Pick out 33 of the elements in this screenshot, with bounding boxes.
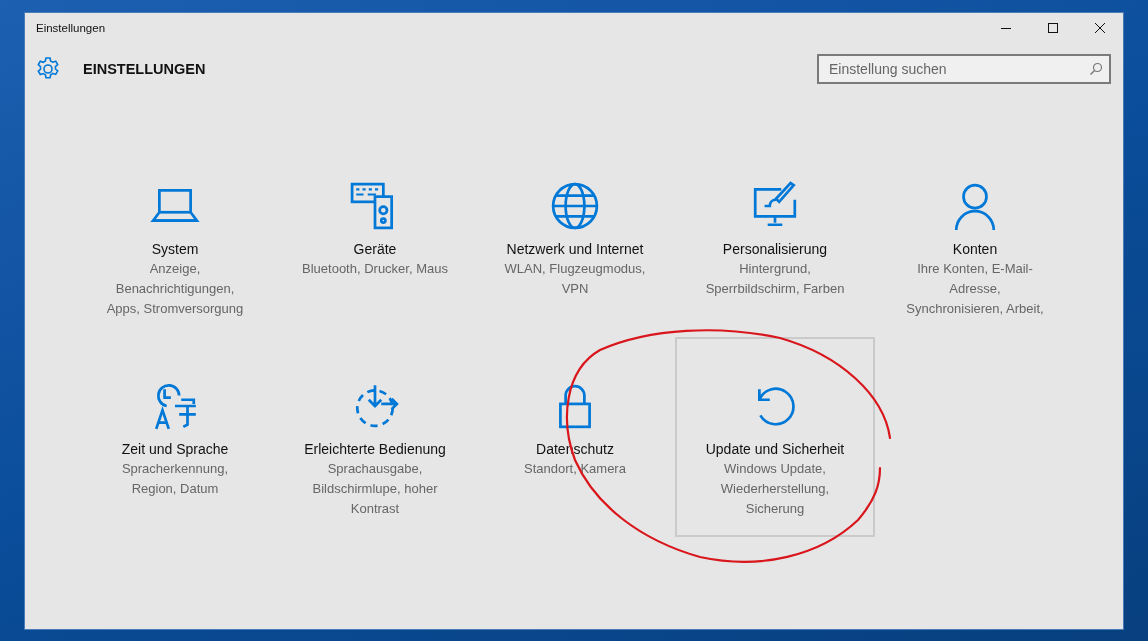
globe-icon — [550, 181, 600, 231]
category-description: Windows Update, Wiederherstellung, Sicherung — [719, 460, 831, 518]
category-tile[interactable]: Zeit und Sprache Spracherkennung, Region, Datum — [75, 337, 275, 537]
category-title: Zeit und Sprache — [121, 440, 229, 459]
maximize-icon — [1046, 22, 1059, 34]
category-title: Update und Sicherheit — [705, 440, 845, 459]
close-icon — [1093, 22, 1106, 34]
category-description: Bluetooth, Drucker, Maus — [301, 260, 449, 278]
settings-icon — [35, 56, 61, 82]
category-tile[interactable]: Personalisierung Hintergrund, Sperrbildschirm, Farben — [675, 137, 875, 337]
category-description: Spracherkennung, Region, Datum — [120, 460, 230, 498]
category-title: Konten — [952, 240, 998, 259]
category-title: Personalisierung — [722, 240, 828, 259]
category-description: Sprachausgabe, Bildschirmlupe, hoher Kontrast — [311, 460, 439, 518]
category-description: Hintergrund, Sperrbildschirm, Farben — [704, 260, 846, 298]
category-tile[interactable]: Konten Ihre Konten, E-Mail-Adresse, Synchronisieren, Arbeit, — [875, 137, 1075, 337]
category-description: WLAN, Flugzeugmodus, VPN — [503, 260, 647, 298]
category-tile[interactable]: System Anzeige, Benachrichtigungen, Apps, Stromversorgung — [75, 137, 275, 337]
search-icon — [1089, 62, 1103, 76]
search-field[interactable]: Einstellung suchen — [817, 54, 1111, 84]
window-title: Einstellungen — [36, 22, 106, 34]
category-tile[interactable]: Erleichterte Bedienung Sprachausgabe, Bildschirmlupe, hoher Kontrast — [275, 337, 475, 537]
category-title: Netzwerk und Internet — [506, 240, 644, 259]
category-title: Geräte — [353, 240, 397, 259]
category-description: Standort, Kamera — [523, 460, 627, 478]
category-tile[interactable]: Netzwerk und Internet WLAN, Flugzeugmodus, VPN — [475, 137, 675, 337]
category-title: System — [151, 240, 199, 259]
category-description: Ihre Konten, E-Mail-Adresse, Synchronisieren, Arbeit, — [905, 260, 1045, 318]
category-tile[interactable]: Geräte Bluetooth, Drucker, Maus — [275, 137, 475, 337]
page-title: EINSTELLUNGEN — [83, 61, 206, 77]
category-description: Anzeige, Benachrichtigungen, Apps, Stromversorgung — [105, 260, 245, 318]
category-title: Erleichterte Bedienung — [304, 440, 446, 459]
category-tile[interactable]: Update und Sicherheit Windows Update, Wiederherstellung, Sicherung — [675, 337, 875, 537]
